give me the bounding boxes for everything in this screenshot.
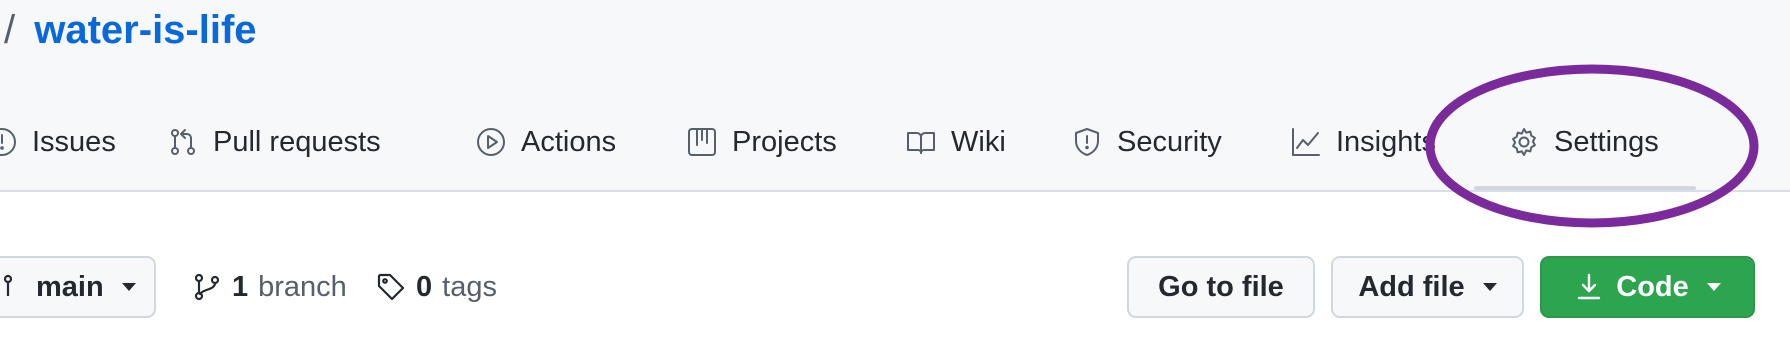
- git-branch-icon: [194, 273, 220, 301]
- add-file-button[interactable]: Add file: [1331, 256, 1524, 318]
- branches-label: branch: [258, 270, 347, 303]
- tab-label: Pull requests: [213, 125, 381, 158]
- tab-label: Issues: [32, 125, 116, 158]
- branch-selector-button[interactable]: main: [0, 256, 156, 318]
- go-to-file-label: Go to file: [1158, 270, 1284, 303]
- chevron-down-icon: [121, 283, 136, 291]
- book-icon: [907, 132, 935, 154]
- tags-count: 0: [416, 270, 433, 303]
- tab-settings[interactable]: Settings: [1508, 118, 1659, 166]
- issue-icon: [0, 128, 16, 156]
- selected-tab-underline: [1474, 186, 1696, 190]
- tab-projects[interactable]: Projects: [686, 118, 837, 166]
- branch-selector-label: main: [36, 270, 104, 303]
- code-button[interactable]: Code: [1540, 256, 1755, 318]
- branches-link[interactable]: 1 branch: [192, 264, 347, 310]
- tab-label: Wiki: [951, 125, 1006, 158]
- tab-actions[interactable]: Actions: [475, 118, 616, 166]
- tag-icon: [377, 273, 405, 301]
- tab-label: Settings: [1554, 125, 1659, 158]
- code-label: Code: [1616, 270, 1689, 303]
- branches-count: 1: [232, 270, 249, 303]
- chevron-down-icon: [1482, 283, 1497, 291]
- repo-title: / water-is-life: [4, 6, 257, 54]
- branch-icon: [3, 274, 13, 296]
- tab-issues[interactable]: Issues: [0, 118, 116, 166]
- gear-icon: [1512, 128, 1536, 156]
- chevron-down-icon: [1706, 283, 1721, 291]
- tab-insights[interactable]: Insights: [1290, 118, 1436, 166]
- play-icon: [477, 128, 505, 156]
- go-to-file-button[interactable]: Go to file: [1127, 256, 1315, 318]
- repo-name-link[interactable]: water-is-life: [34, 8, 256, 52]
- tags-label: tags: [442, 270, 497, 303]
- repo-path-separator: /: [4, 8, 16, 52]
- tab-label: Projects: [732, 125, 837, 158]
- add-file-label: Add file: [1358, 270, 1465, 303]
- project-board-icon: [688, 128, 716, 156]
- tab-security[interactable]: Security: [1071, 118, 1222, 166]
- tab-label: Actions: [521, 125, 617, 158]
- shield-icon: [1075, 128, 1099, 156]
- tab-pull-requests[interactable]: Pull requests: [167, 118, 381, 166]
- tab-label: Insights: [1336, 125, 1436, 158]
- tab-wiki[interactable]: Wiki: [905, 118, 1006, 166]
- tags-link[interactable]: 0 tags: [376, 264, 497, 310]
- pull-request-icon: [171, 129, 195, 155]
- download-icon: [1578, 273, 1601, 300]
- tab-label: Security: [1117, 125, 1222, 158]
- graph-icon: [1292, 128, 1320, 156]
- repo-header: / water-is-life Issues Pull requests Act…: [0, 0, 1790, 192]
